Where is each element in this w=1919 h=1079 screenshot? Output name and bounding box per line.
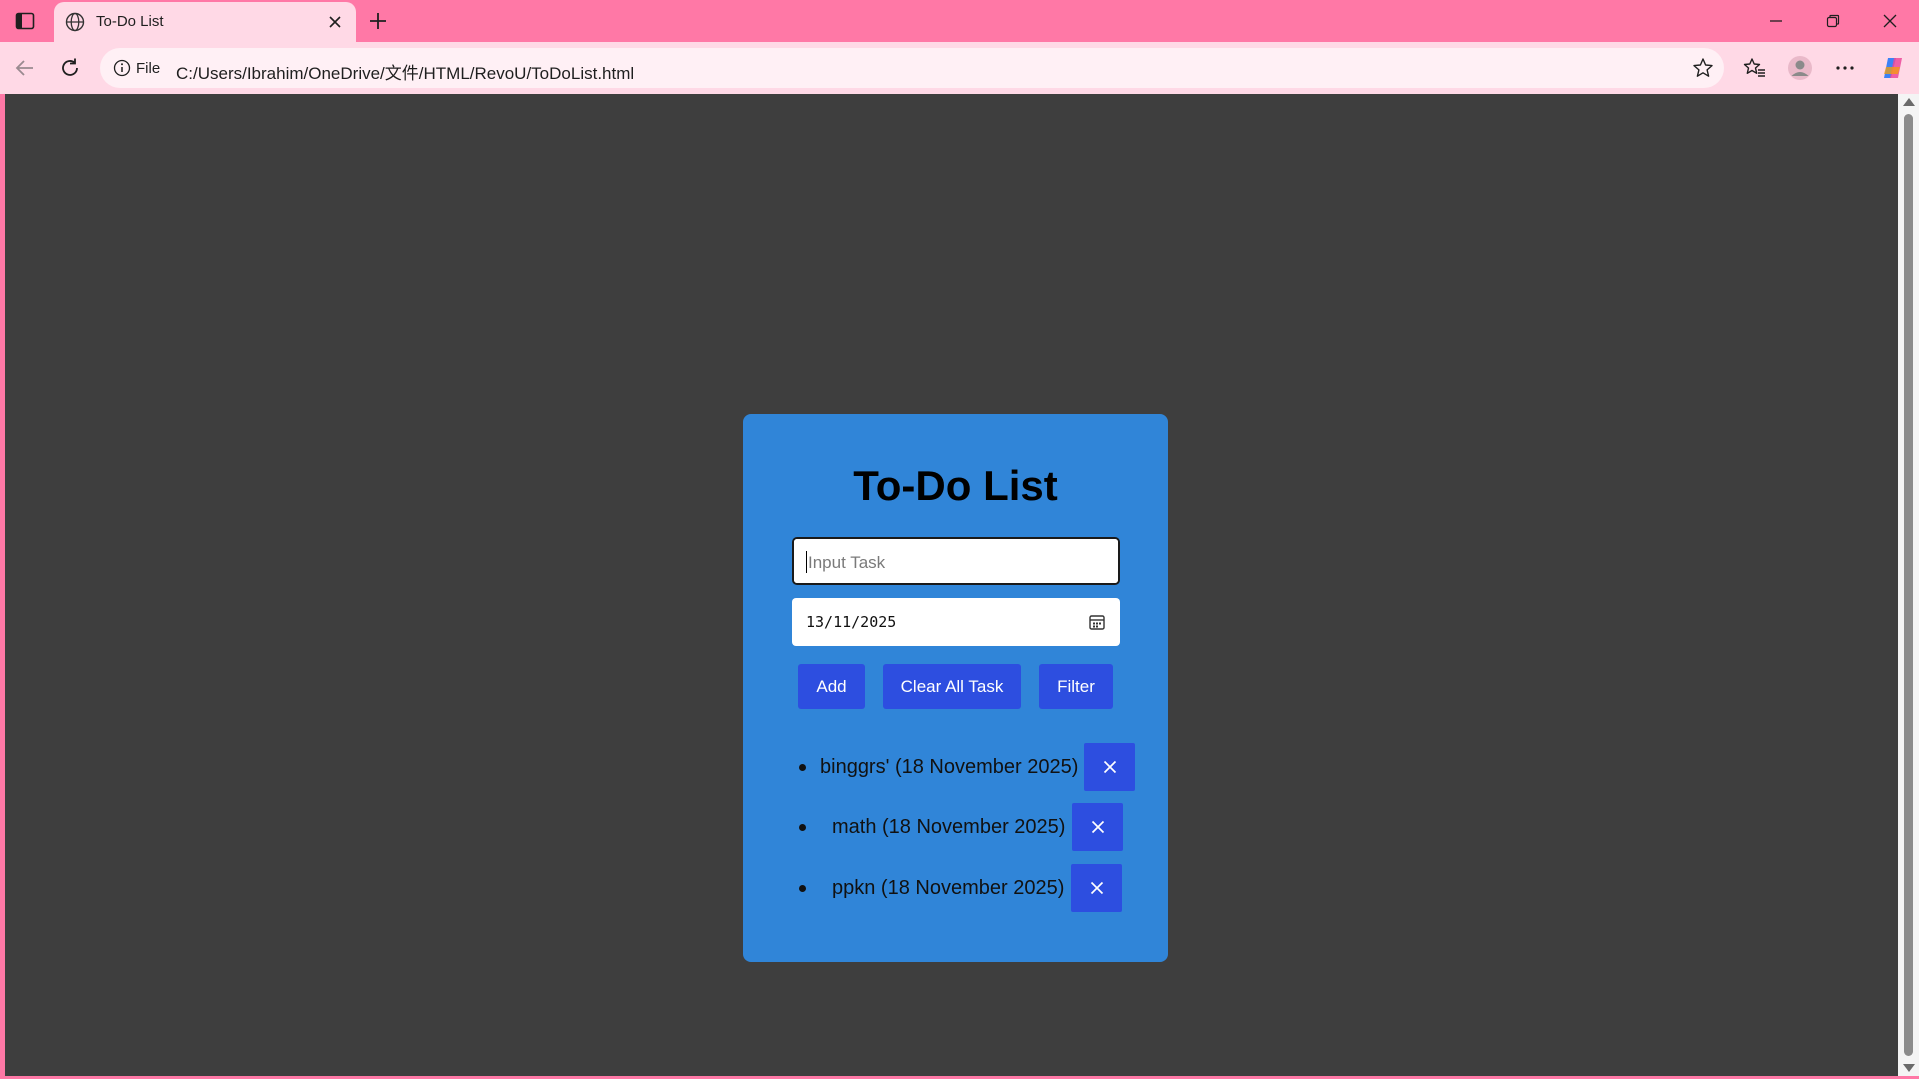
address-bar[interactable]: File C:/Users/Ibrahim/OneDrive/文件/HTML/R… [100, 48, 1724, 88]
todo-card: To-Do List Input Task 13/11/2025 Add Cle… [743, 414, 1168, 962]
close-icon [1103, 760, 1116, 774]
clear-all-button[interactable]: Clear All Task [883, 664, 1021, 709]
address-scheme: File [136, 60, 161, 77]
bullet [799, 764, 806, 771]
new-tab-icon[interactable] [364, 8, 392, 34]
tab-bar: To-Do List [0, 0, 1919, 42]
tab-todo-list[interactable]: To-Do List [54, 2, 356, 42]
vertical-scrollbar[interactable] [1898, 94, 1919, 1076]
address-url[interactable]: C:/Users/Ibrahim/OneDrive/文件/HTML/RevoU/… [176, 59, 634, 84]
task-text: math (18 November 2025) [832, 816, 1066, 838]
browser-toolbar: File C:/Users/Ibrahim/OneDrive/文件/HTML/R… [0, 42, 1919, 94]
calendar-icon[interactable] [1088, 613, 1106, 631]
list-item: ppkn (18 November 2025) [743, 864, 1168, 912]
delete-task-button[interactable] [1072, 803, 1123, 851]
close-tab-icon[interactable] [324, 11, 346, 33]
globe-icon [64, 11, 86, 33]
task-input[interactable]: Input Task [792, 537, 1120, 585]
task-text: ppkn (18 November 2025) [832, 877, 1065, 899]
copilot-icon[interactable] [1878, 53, 1908, 83]
date-value: 13/11/2025 [806, 613, 897, 631]
task-text: binggrs' (18 November 2025) [820, 756, 1079, 778]
refresh-icon[interactable] [55, 53, 85, 83]
more-options-icon[interactable] [1830, 53, 1860, 83]
sidebar-toggle-icon[interactable] [10, 8, 40, 34]
date-input[interactable]: 13/11/2025 [792, 598, 1120, 646]
bullet [799, 824, 806, 831]
bullet [799, 885, 806, 892]
delete-task-button[interactable] [1084, 743, 1135, 791]
close-icon [1090, 881, 1103, 895]
favorite-star-icon[interactable] [1692, 57, 1714, 79]
filter-button[interactable]: Filter [1039, 664, 1113, 709]
close-icon [1091, 820, 1104, 834]
delete-task-button[interactable] [1071, 864, 1122, 912]
add-button[interactable]: Add [798, 664, 865, 709]
profile-avatar-icon[interactable] [1785, 53, 1815, 83]
info-icon[interactable] [112, 58, 132, 78]
list-item: binggrs' (18 November 2025) [743, 743, 1168, 791]
scrollbar-thumb[interactable] [1904, 114, 1913, 1056]
page-viewport: To-Do List Input Task 13/11/2025 Add Cle… [5, 94, 1898, 1076]
list-item: math (18 November 2025) [743, 803, 1168, 851]
tab-title: To-Do List [96, 13, 164, 30]
page-title: To-Do List [853, 462, 1058, 509]
restore-icon[interactable] [1813, 8, 1853, 34]
minimize-icon[interactable] [1756, 8, 1796, 34]
scroll-down-arrow-icon[interactable] [1903, 1064, 1915, 1072]
task-input-placeholder: Input Task [808, 553, 886, 572]
close-window-icon[interactable] [1870, 8, 1910, 34]
back-icon[interactable] [10, 53, 40, 83]
scroll-up-arrow-icon[interactable] [1903, 98, 1915, 106]
text-caret [806, 551, 807, 573]
favorites-icon[interactable] [1740, 53, 1770, 83]
